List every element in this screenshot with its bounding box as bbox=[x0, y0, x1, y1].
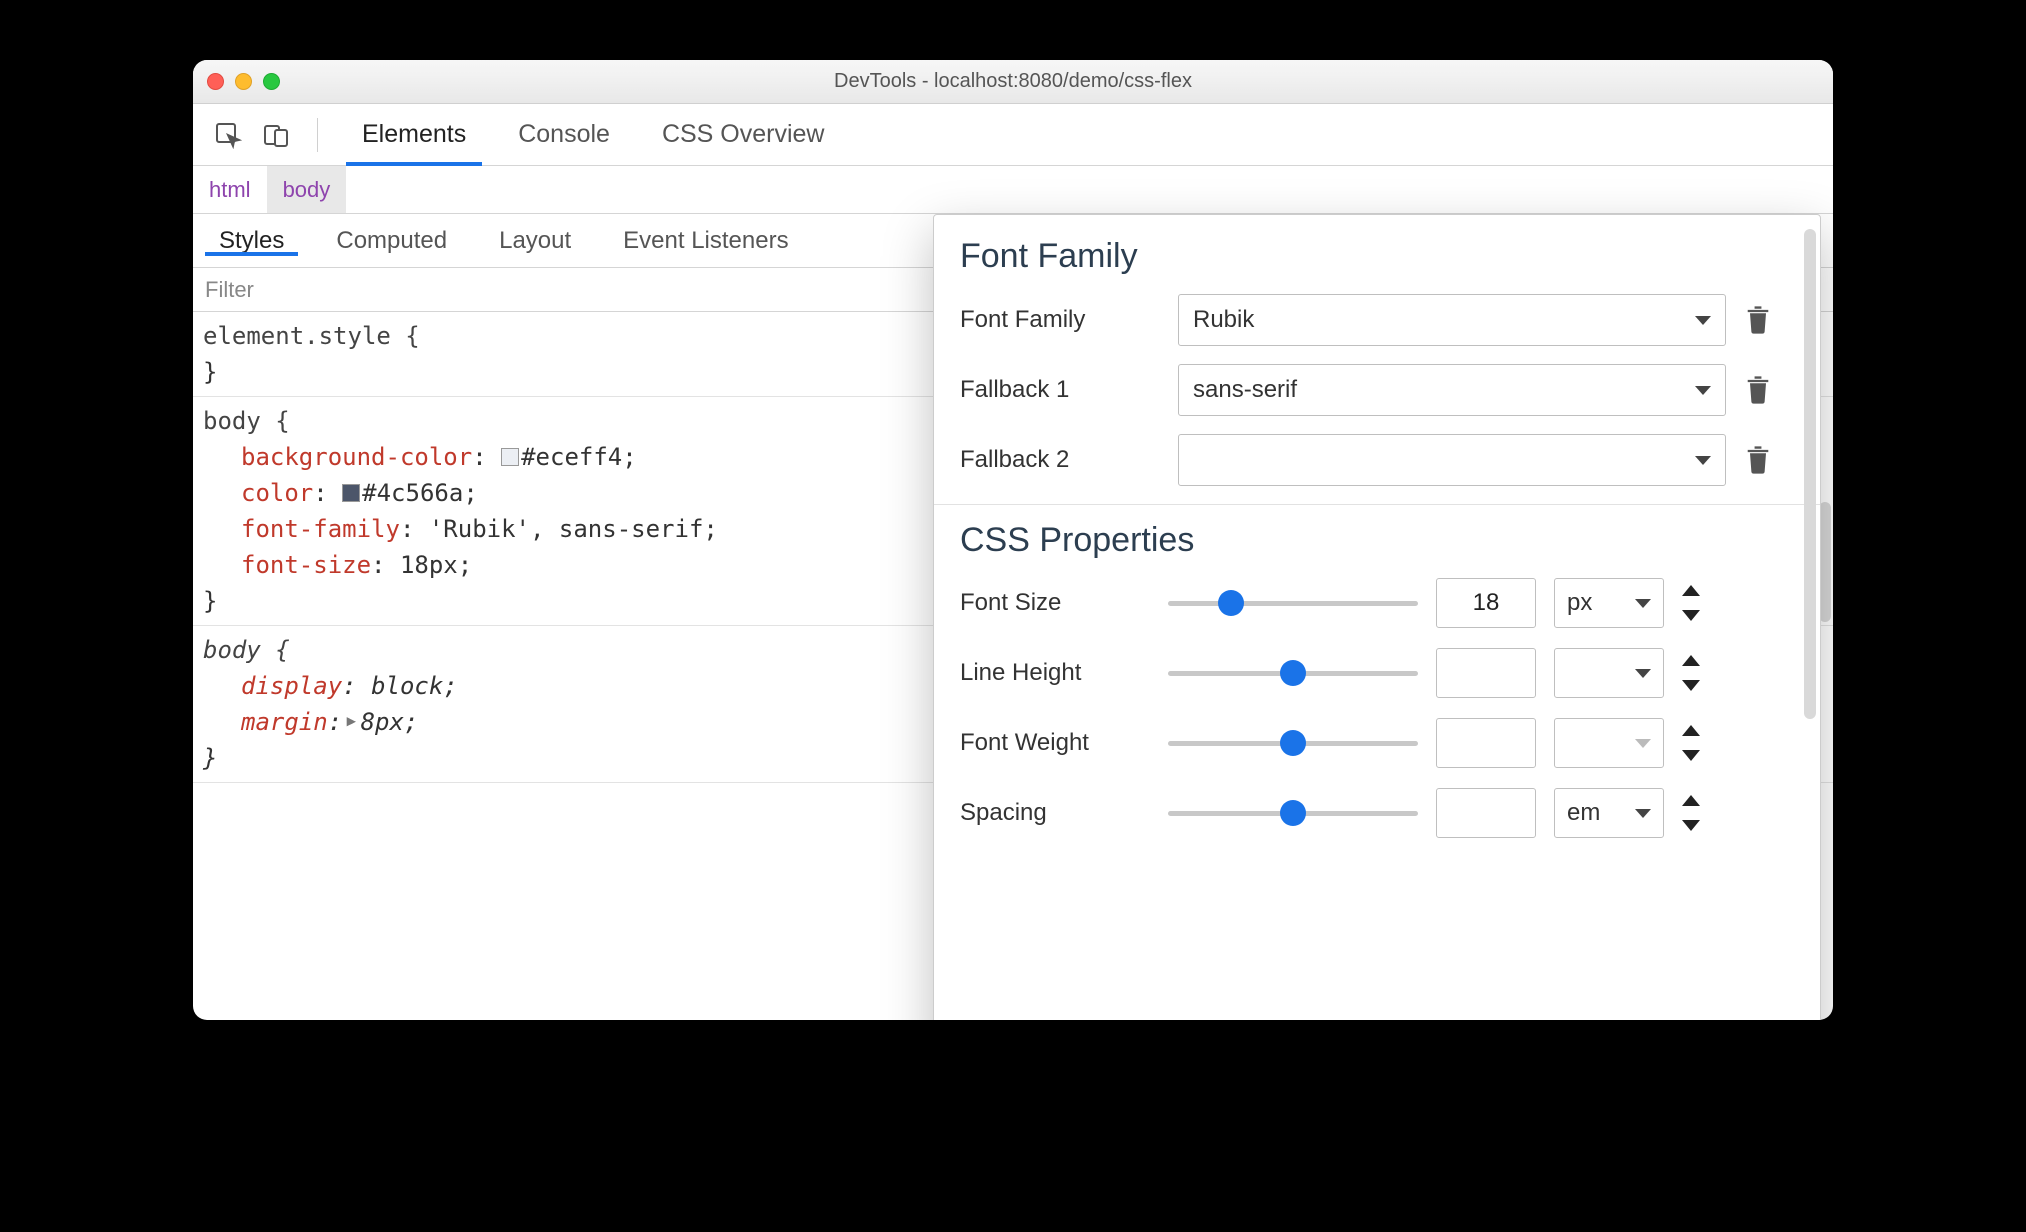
device-toggle-icon[interactable] bbox=[259, 118, 293, 152]
dom-breadcrumb: html body bbox=[193, 166, 1833, 214]
chevron-down-icon bbox=[1695, 316, 1711, 325]
tab-console[interactable]: Console bbox=[492, 104, 636, 165]
stepper-font-weight[interactable] bbox=[1682, 725, 1704, 761]
unit-font-size[interactable]: px bbox=[1554, 578, 1664, 628]
input-font-size[interactable]: 18 bbox=[1436, 578, 1536, 628]
label-spacing: Spacing bbox=[960, 799, 1150, 827]
color-swatch-icon[interactable] bbox=[501, 448, 519, 466]
spacing-row: Spacing em bbox=[960, 788, 1794, 838]
chevron-down-icon bbox=[1695, 456, 1711, 465]
font-editor-popover: Font Family Font Family Rubik Fallback 1… bbox=[933, 214, 1821, 1020]
expand-shorthand-icon[interactable]: ▸ bbox=[344, 702, 358, 738]
label-font-weight: Font Weight bbox=[960, 729, 1150, 757]
stepper-font-size[interactable] bbox=[1682, 585, 1704, 621]
color-swatch-icon[interactable] bbox=[342, 484, 360, 502]
unit-spacing[interactable]: em bbox=[1554, 788, 1664, 838]
delete-fallback-1-button[interactable] bbox=[1744, 373, 1774, 407]
font-family-row: Font Family Rubik bbox=[960, 294, 1794, 346]
fallback-2-row: Fallback 2 bbox=[960, 434, 1794, 486]
chevron-down-icon bbox=[1695, 386, 1711, 395]
subtab-computed[interactable]: Computed bbox=[310, 214, 473, 267]
tab-css-overview[interactable]: CSS Overview bbox=[636, 104, 851, 165]
unit-font-weight bbox=[1554, 718, 1664, 768]
subtab-event-listeners[interactable]: Event Listeners bbox=[597, 214, 814, 267]
chevron-down-icon bbox=[1635, 809, 1651, 818]
font-size-row: Font Size 18 px bbox=[960, 578, 1794, 628]
input-spacing[interactable] bbox=[1436, 788, 1536, 838]
slider-line-height[interactable] bbox=[1168, 658, 1418, 688]
devtools-window: DevTools - localhost:8080/demo/css-flex … bbox=[193, 60, 1833, 1020]
label-fallback-2: Fallback 2 bbox=[960, 446, 1160, 474]
fallback-1-row: Fallback 1 sans-serif bbox=[960, 364, 1794, 416]
window-title: DevTools - localhost:8080/demo/css-flex bbox=[193, 70, 1833, 93]
section-title-font-family: Font Family bbox=[960, 237, 1794, 276]
unit-line-height[interactable] bbox=[1554, 648, 1664, 698]
font-weight-row: Font Weight bbox=[960, 718, 1794, 768]
label-font-size: Font Size bbox=[960, 589, 1150, 617]
chevron-down-icon bbox=[1635, 739, 1651, 748]
breadcrumb-item-html[interactable]: html bbox=[193, 166, 267, 213]
tab-elements[interactable]: Elements bbox=[336, 104, 492, 165]
toolbar-separator bbox=[317, 118, 318, 152]
chevron-down-icon bbox=[1635, 669, 1651, 678]
panel-tabs: Elements Console CSS Overview bbox=[336, 104, 851, 165]
label-fallback-1: Fallback 1 bbox=[960, 376, 1160, 404]
window-titlebar: DevTools - localhost:8080/demo/css-flex bbox=[193, 60, 1833, 104]
popover-scrollbar-thumb[interactable] bbox=[1804, 229, 1816, 719]
main-toolbar: Elements Console CSS Overview bbox=[193, 104, 1833, 166]
select-fallback-2[interactable] bbox=[1178, 434, 1726, 486]
subtab-styles[interactable]: Styles bbox=[193, 227, 310, 255]
panel-content: html body Styles Computed Layout Event L… bbox=[193, 166, 1833, 1020]
breadcrumb-item-body[interactable]: body bbox=[267, 166, 347, 213]
slider-font-size[interactable] bbox=[1168, 588, 1418, 618]
input-font-weight[interactable] bbox=[1436, 718, 1536, 768]
delete-fallback-2-button[interactable] bbox=[1744, 443, 1774, 477]
select-fallback-1[interactable]: sans-serif bbox=[1178, 364, 1726, 416]
inspect-icon[interactable] bbox=[211, 118, 245, 152]
stepper-spacing[interactable] bbox=[1682, 795, 1704, 831]
section-title-css-properties: CSS Properties bbox=[960, 521, 1794, 560]
slider-font-weight[interactable] bbox=[1168, 728, 1418, 758]
line-height-row: Line Height bbox=[960, 648, 1794, 698]
select-font-family[interactable]: Rubik bbox=[1178, 294, 1726, 346]
label-font-family: Font Family bbox=[960, 306, 1160, 334]
stepper-line-height[interactable] bbox=[1682, 655, 1704, 691]
delete-font-family-button[interactable] bbox=[1744, 303, 1774, 337]
label-line-height: Line Height bbox=[960, 659, 1150, 687]
chevron-down-icon bbox=[1635, 599, 1651, 608]
slider-spacing[interactable] bbox=[1168, 798, 1418, 828]
subtab-layout[interactable]: Layout bbox=[473, 214, 597, 267]
input-line-height[interactable] bbox=[1436, 648, 1536, 698]
